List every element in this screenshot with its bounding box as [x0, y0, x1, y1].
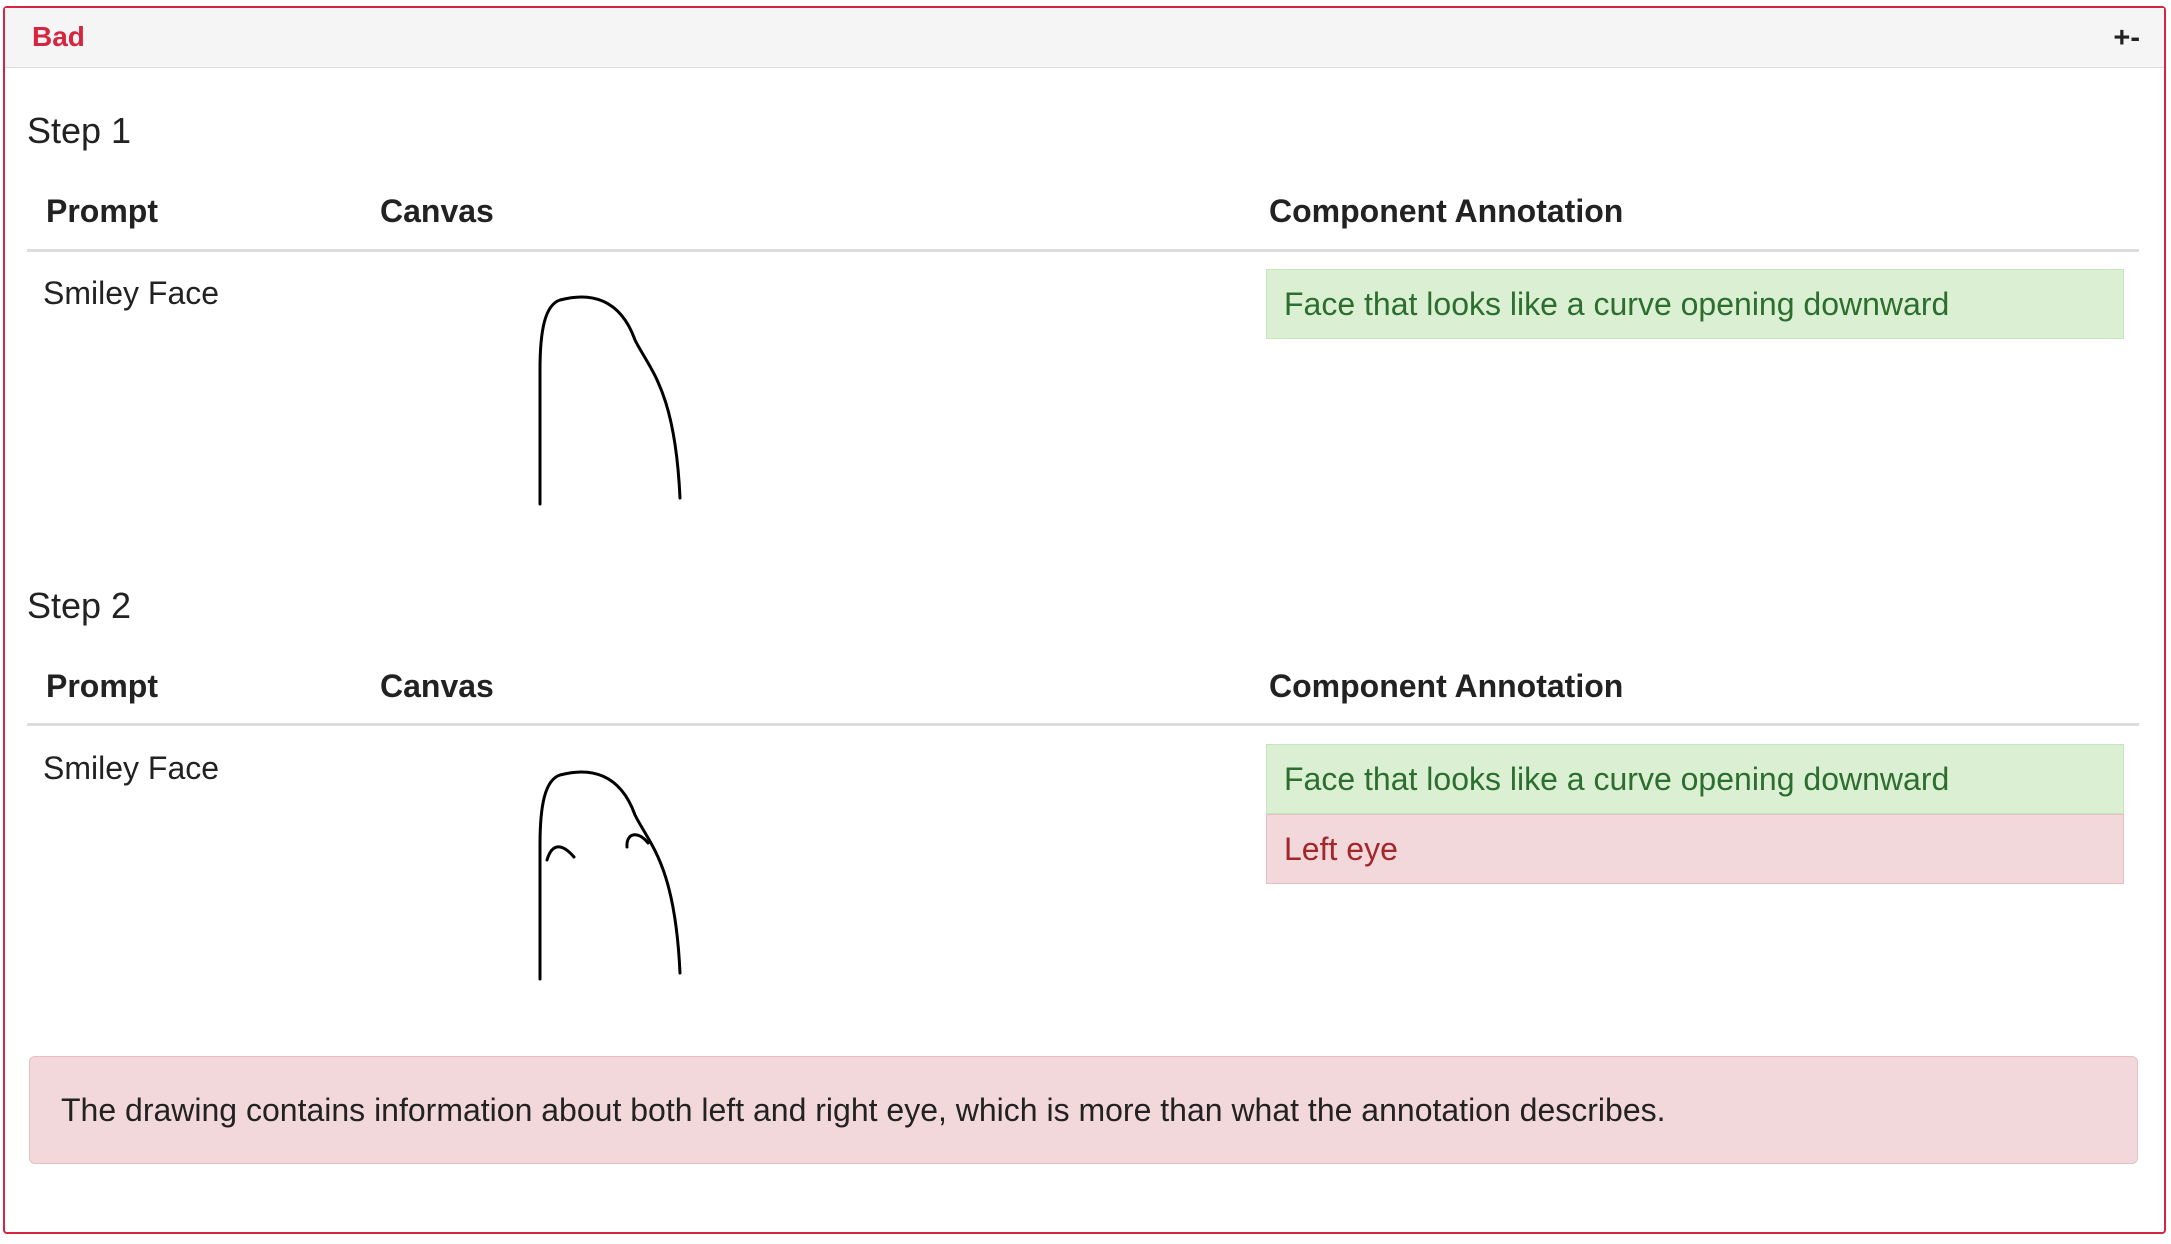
panel-title: Bad [32, 21, 85, 52]
step-1-header-annotation: Component Annotation [1269, 193, 1624, 229]
step-2-annotation-face: Face that looks like a curve opening dow… [1266, 744, 2124, 814]
step-2-header-divider [27, 723, 2139, 726]
step-2-canvas-drawing [538, 770, 682, 981]
step-1-header-prompt: Prompt [46, 193, 158, 229]
step-1-header-divider [27, 249, 2139, 252]
step-2-title: Step 2 [27, 585, 132, 626]
example-panel: Bad +- [3, 6, 2166, 1234]
panel-header[interactable]: Bad +- [5, 8, 2164, 68]
step-1-canvas-drawing [538, 295, 682, 506]
face-outline-stroke [538, 770, 682, 981]
collapse-toggle-button[interactable]: +- [2113, 22, 2140, 55]
step-1-prompt: Smiley Face [43, 275, 220, 311]
step-2-annotation-left-eye: Left eye [1266, 814, 2124, 884]
step-2-prompt: Smiley Face [43, 750, 220, 786]
step-1-header-canvas: Canvas [380, 193, 494, 229]
feedback-alert: The drawing contains information about b… [29, 1056, 2138, 1164]
right-eye-stroke [625, 833, 650, 849]
step-2-header-annotation: Component Annotation [1269, 668, 1624, 704]
step-1-annotation-face: Face that looks like a curve opening dow… [1266, 269, 2124, 339]
left-eye-stroke [545, 845, 576, 862]
face-outline-stroke [538, 295, 682, 506]
step-2-header-canvas: Canvas [380, 668, 494, 704]
step-1-title: Step 1 [27, 110, 132, 151]
step-2-header-prompt: Prompt [46, 668, 158, 704]
